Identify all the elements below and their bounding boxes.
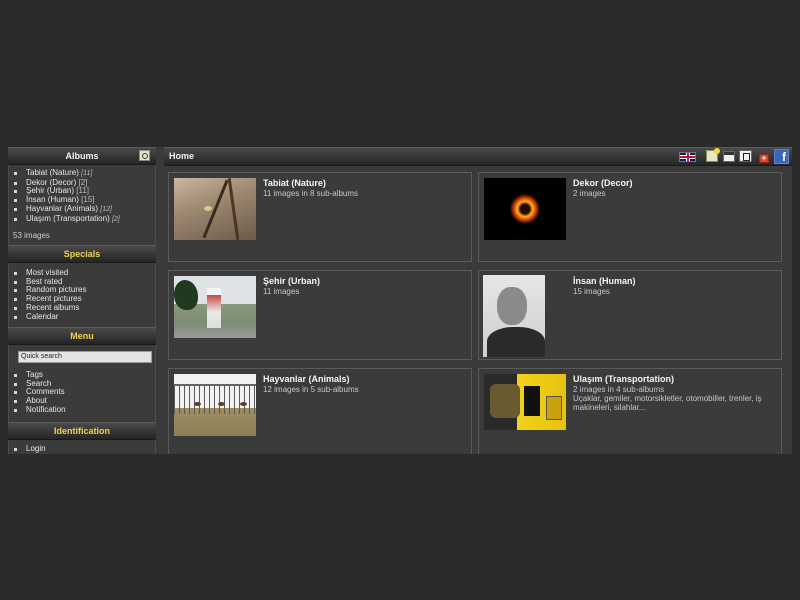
album-count: [2] — [78, 177, 88, 187]
thumb-detail — [227, 178, 240, 240]
album-card-nature[interactable]: Tabiat (Nature) 11 images in 8 sub-album… — [168, 172, 472, 262]
facebook-icon[interactable]: f — [774, 149, 789, 164]
gallery-viewport: Albums Tabiat (Nature) [11] Dekor (Decor… — [8, 147, 792, 454]
identification-panel-header: Identification — [8, 422, 156, 440]
album-card-human[interactable]: İnsan (Human) 15 images — [478, 270, 782, 360]
thumb-detail — [174, 280, 198, 310]
main-content: Home + f Tabiat (Nature) 11 images in 8 … — [164, 147, 792, 454]
album-thumbnail[interactable] — [483, 275, 545, 357]
specials-panel-title: Specials — [63, 249, 101, 259]
album-count: [2] — [111, 215, 120, 223]
album-link-label[interactable]: Dekor (Decor) — [26, 178, 76, 187]
album-title[interactable]: Dekor (Decor) — [573, 178, 633, 188]
album-count: [12] — [100, 205, 112, 213]
album-info: 11 images in 8 sub-albums — [263, 189, 359, 198]
album-list: Tabiat (Nature) [11] Dekor (Decor) [2] Ş… — [13, 168, 152, 225]
album-thumbnail[interactable] — [484, 178, 566, 240]
breadcrumb[interactable]: Home — [169, 151, 194, 161]
specials-panel: Most visited Best rated Random pictures … — [8, 263, 156, 327]
album-thumbnail[interactable] — [174, 374, 256, 436]
album-title[interactable]: Ulaşım (Transportation) — [573, 374, 674, 384]
thumb-detail — [204, 206, 212, 211]
thumb-detail — [194, 402, 201, 406]
identification-list: Login — [13, 444, 152, 454]
specials-link-calendar[interactable]: Calendar — [13, 312, 152, 322]
albums-panel-title: Albums — [65, 151, 99, 161]
identification-panel: Login — [8, 440, 156, 454]
album-info: 11 images — [263, 287, 300, 296]
album-info: 15 images — [573, 287, 610, 296]
album-link-label[interactable]: Hayvanlar (Animals) — [26, 204, 98, 213]
total-images: 53 images — [13, 231, 50, 241]
album-description: Uçaklar, gemiler, motorsikletler, otomob… — [573, 394, 762, 412]
calendar-icon[interactable] — [723, 151, 735, 162]
album-link-label[interactable]: Şehir (Urban) — [26, 186, 74, 196]
album-thumbnail[interactable] — [484, 374, 566, 430]
note-icon[interactable] — [706, 148, 720, 162]
album-card-decor[interactable]: Dekor (Decor) 2 images — [478, 172, 782, 262]
album-title[interactable]: Tabiat (Nature) — [263, 178, 326, 188]
album-card-transportation[interactable]: Ulaşım (Transportation) 2 images in 4 su… — [478, 368, 782, 454]
album-link-label[interactable]: İnsan (Human) — [26, 195, 79, 204]
album-count: [15] — [81, 195, 95, 205]
album-count: [11] — [81, 170, 93, 177]
album-link-label[interactable]: Tabiat (Nature) — [26, 168, 79, 177]
album-info: 12 images in 5 sub-albums — [263, 385, 359, 394]
albums-panel: Tabiat (Nature) [11] Dekor (Decor) [2] Ş… — [8, 165, 156, 245]
album-info: 2 images — [573, 189, 606, 198]
login-link[interactable]: Login — [13, 444, 152, 454]
thumb-detail — [546, 396, 562, 420]
specials-panel-header: Specials — [8, 245, 156, 263]
album-thumbnail[interactable] — [174, 276, 256, 338]
thumb-detail — [497, 287, 527, 325]
menu-panel-title: Menu — [70, 331, 94, 341]
title-bar: Home + f — [164, 147, 792, 166]
specials-list: Most visited Best rated Random pictures … — [13, 268, 152, 322]
thumb-detail — [207, 288, 221, 328]
add-icon[interactable]: + — [759, 154, 769, 163]
thumb-detail — [524, 386, 540, 416]
album-card-urban[interactable]: Şehir (Urban) 11 images — [168, 270, 472, 360]
identification-panel-title: Identification — [54, 426, 110, 436]
sort-icon[interactable] — [739, 150, 752, 162]
album-thumbnail[interactable] — [174, 178, 256, 240]
album-link-transportation[interactable]: Ulaşım (Transportation) [2] — [13, 214, 152, 225]
album-title[interactable]: Hayvanlar (Animals) — [263, 374, 350, 384]
uk-flag-icon[interactable] — [679, 152, 696, 162]
thumb-detail — [218, 402, 225, 406]
album-count: [11] — [76, 186, 89, 196]
quick-search-input[interactable]: Quick search — [18, 351, 152, 363]
album-link-label[interactable]: Ulaşım (Transportation) — [26, 214, 110, 223]
thumb-detail — [490, 384, 520, 418]
thumb-detail — [174, 384, 256, 414]
menu-panel-header: Menu — [8, 327, 156, 345]
menu-list: Tags Search Comments About Notification — [13, 370, 152, 415]
album-title[interactable]: İnsan (Human) — [573, 276, 636, 286]
thumb-detail — [487, 327, 545, 357]
albums-panel-header: Albums — [8, 147, 156, 165]
thumb-detail — [510, 194, 540, 224]
album-card-animals[interactable]: Hayvanlar (Animals) 12 images in 5 sub-a… — [168, 368, 472, 454]
album-info: 2 images in 4 sub-albums — [573, 385, 665, 394]
menu-link-notification[interactable]: Notification — [13, 405, 152, 415]
menu-panel: Quick search Tags Search Comments About … — [8, 345, 156, 422]
sidebar: Albums Tabiat (Nature) [11] Dekor (Decor… — [8, 147, 156, 454]
thumb-detail — [240, 402, 247, 406]
search-icon[interactable] — [139, 150, 150, 161]
album-title[interactable]: Şehir (Urban) — [263, 276, 320, 286]
